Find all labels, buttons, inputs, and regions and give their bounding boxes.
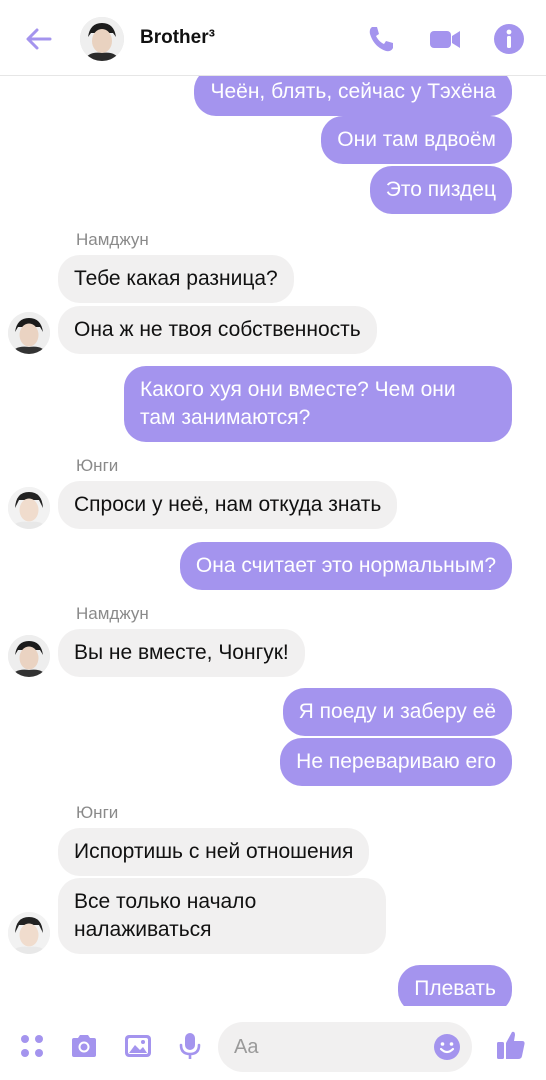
message-bubble-incoming[interactable]: Спроси у неё, нам откуда знать	[58, 481, 398, 529]
message-bubble-outgoing[interactable]: Какого хуя они вместе? Чем они там заним…	[124, 366, 512, 442]
message-bubble-outgoing[interactable]: Я поеду и заберу её	[282, 688, 512, 736]
avatar[interactable]	[80, 17, 124, 61]
composer-bar	[0, 1008, 546, 1080]
info-icon[interactable]	[492, 22, 526, 56]
sender-name: Юнги	[76, 456, 119, 475]
camera-icon[interactable]	[68, 1030, 100, 1062]
message-bubble-incoming[interactable]: Вы не вместе, Чонгук!	[58, 629, 305, 677]
phone-icon[interactable]	[364, 22, 398, 56]
grid-dots-icon[interactable]	[16, 1030, 48, 1062]
message-bubble-outgoing[interactable]: Плевать	[398, 965, 512, 1006]
emoji-icon[interactable]	[432, 1032, 462, 1062]
message-bubble-outgoing[interactable]: Не перевариваю его	[280, 738, 512, 786]
arrow-left-icon[interactable]	[22, 22, 56, 56]
message-bubble-incoming[interactable]: Тебе какая разница?	[58, 255, 294, 303]
sender-name: Намджун	[76, 230, 149, 249]
message-bubble-incoming[interactable]: Испортишь с ней отношения	[58, 828, 370, 876]
video-camera-icon[interactable]	[428, 22, 462, 56]
avatar[interactable]	[8, 312, 50, 354]
sender-name: Юнги	[76, 803, 119, 822]
avatar[interactable]	[8, 912, 50, 954]
image-icon[interactable]	[122, 1030, 154, 1062]
message-list[interactable]: Чеён, блять, сейчас у Тэхёна Они там вдв…	[0, 76, 546, 1006]
message-bubble-outgoing[interactable]: Они там вдвоём	[321, 116, 512, 164]
thumbs-up-icon[interactable]	[494, 1028, 528, 1062]
chat-header: Brother³	[0, 0, 546, 76]
message-bubble-incoming[interactable]: Все только начало налаживаться	[58, 878, 386, 954]
avatar[interactable]	[8, 635, 50, 677]
message-bubble-outgoing[interactable]: Это пиздец	[369, 166, 512, 214]
avatar[interactable]	[8, 487, 50, 529]
microphone-icon[interactable]	[174, 1030, 206, 1062]
message-bubble-incoming[interactable]: Она ж не твоя собственность	[58, 306, 377, 354]
message-bubble-outgoing[interactable]: Она считает это нормальным?	[179, 542, 512, 590]
sender-name: Намджун	[76, 604, 149, 623]
message-bubble-outgoing[interactable]: Чеён, блять, сейчас у Тэхёна	[194, 76, 512, 116]
page-title[interactable]: Brother³	[140, 27, 215, 49]
